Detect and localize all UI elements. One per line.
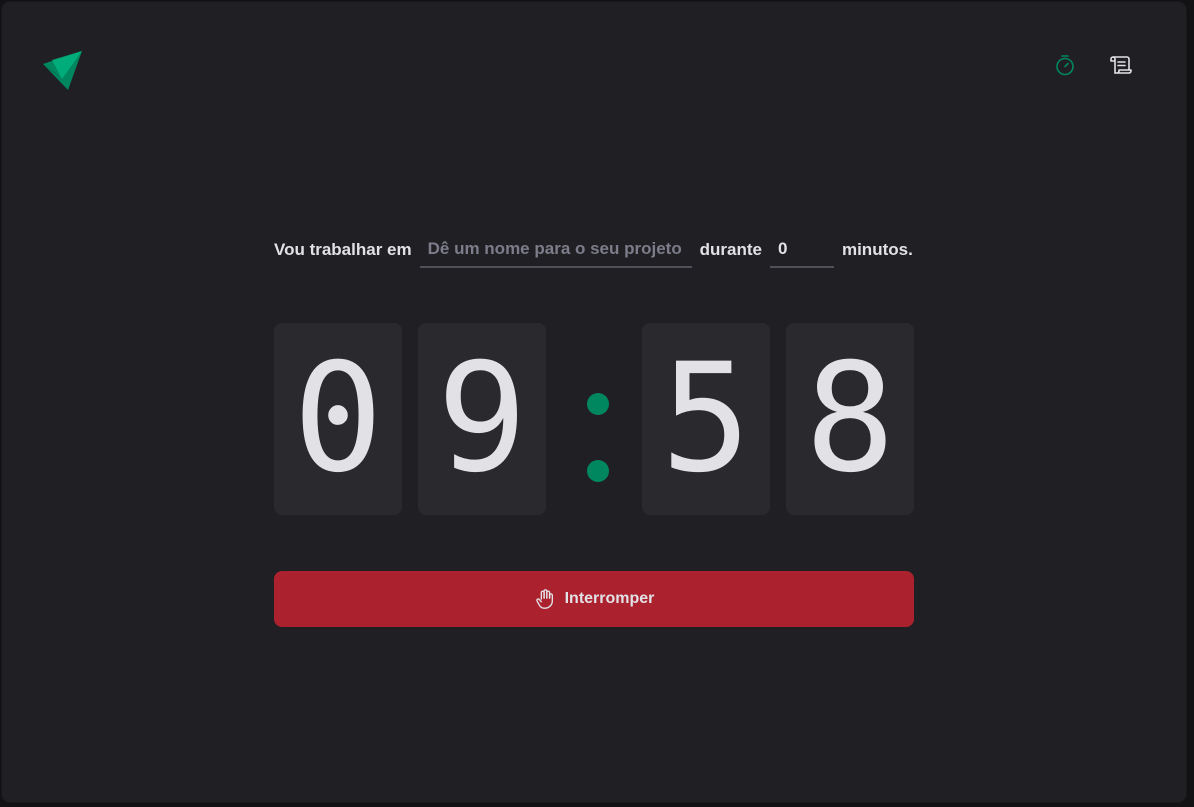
seconds-tens-digit: 5 [642,323,770,515]
minutes-units-digit: 9 [418,323,546,515]
app-logo [42,46,86,90]
hand-palm-icon [535,589,553,609]
countdown-separator [566,323,630,515]
form-suffix-label: minutos. [841,240,913,259]
timer-icon [1056,55,1074,76]
interrupt-button[interactable]: Interromper [274,571,914,627]
separator-dot-top [587,393,609,415]
seconds-units-digit: 8 [786,323,914,515]
task-form: Vou trabalhar em durante minutos. [274,232,914,268]
history-nav-link[interactable] [1108,52,1134,78]
separator-dot-bottom [587,460,609,482]
scroll-icon [1110,56,1132,74]
app-window: Vou trabalhar em durante minutos. 0 9 5 … [2,2,1186,802]
interrupt-button-label: Interromper [564,590,655,607]
task-input[interactable] [419,232,692,268]
countdown-display: 0 9 5 8 [274,323,914,515]
form-prefix-label: Vou trabalhar em [274,240,412,259]
form-middle-label: durante [699,240,762,259]
minutes-tens-digit: 0 [274,323,402,515]
minutes-input[interactable] [769,232,834,268]
header-nav [1052,52,1134,78]
timer-nav-link[interactable] [1052,52,1078,78]
